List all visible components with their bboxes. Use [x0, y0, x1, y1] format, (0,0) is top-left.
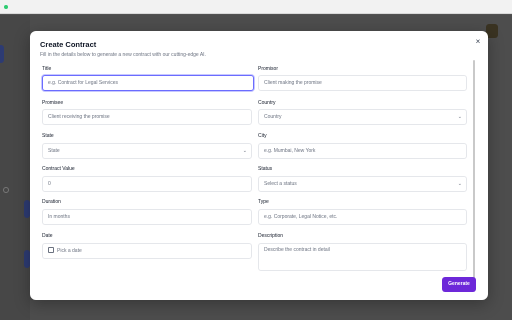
duration-label: Duration: [42, 199, 61, 205]
modal-subtitle: Fill in the details below to generate a …: [40, 52, 206, 58]
calendar-icon: [48, 246, 54, 253]
title-input[interactable]: e.g. Contract for Legal Services: [42, 75, 254, 91]
scrollbar-thumb[interactable]: [473, 60, 475, 284]
close-icon[interactable]: ×: [473, 37, 483, 47]
title-label: Title: [42, 66, 52, 72]
background-sidebar: [0, 15, 30, 320]
modal-title: Create Contract: [40, 40, 97, 49]
chevron-down-icon: ⌄: [457, 114, 462, 120]
city-input[interactable]: e.g. Mumbai, New York: [258, 143, 467, 159]
date-picker[interactable]: Pick a date: [42, 243, 252, 259]
city-label: City: [258, 133, 267, 139]
generate-button[interactable]: Generate: [442, 277, 476, 292]
browser-chrome: [0, 0, 512, 14]
promisee-input[interactable]: Client receiving the promise: [42, 109, 252, 125]
description-textarea[interactable]: Describe the contract in detail: [258, 243, 467, 271]
date-picker-placeholder: Pick a date: [57, 248, 82, 254]
create-contract-modal: Create Contract Fill in the details belo…: [30, 31, 488, 300]
country-label: Country: [258, 100, 276, 106]
promisor-label: Promisor: [258, 66, 279, 72]
contract-value-input[interactable]: 0: [42, 176, 252, 192]
state-select-value: State: [48, 148, 60, 154]
contract-value-label: Contract Value: [42, 166, 75, 172]
country-select[interactable]: Country ⌄: [258, 109, 467, 125]
type-label: Type: [258, 199, 269, 205]
type-input[interactable]: e.g. Corporate, Legal Notice, etc.: [258, 209, 467, 225]
promisor-input[interactable]: Client making the promise: [258, 75, 467, 91]
state-select[interactable]: State ⌄: [42, 143, 252, 159]
status-label: Status: [258, 166, 273, 172]
status-select[interactable]: Select a status ⌄: [258, 176, 467, 192]
status-dot-icon: [4, 5, 8, 9]
chevron-down-icon: ⌄: [457, 181, 462, 187]
status-select-value: Select a status: [264, 181, 297, 187]
chevron-down-icon: ⌄: [242, 148, 247, 154]
sidebar-active-indicator: [0, 45, 4, 63]
background-circle-icon: [3, 187, 9, 193]
duration-input[interactable]: In months: [42, 209, 252, 225]
state-label: State: [42, 133, 54, 139]
description-label: Description: [258, 233, 284, 239]
date-label: Date: [42, 233, 53, 239]
promisee-label: Promisee: [42, 100, 64, 106]
country-select-value: Country: [264, 114, 282, 120]
